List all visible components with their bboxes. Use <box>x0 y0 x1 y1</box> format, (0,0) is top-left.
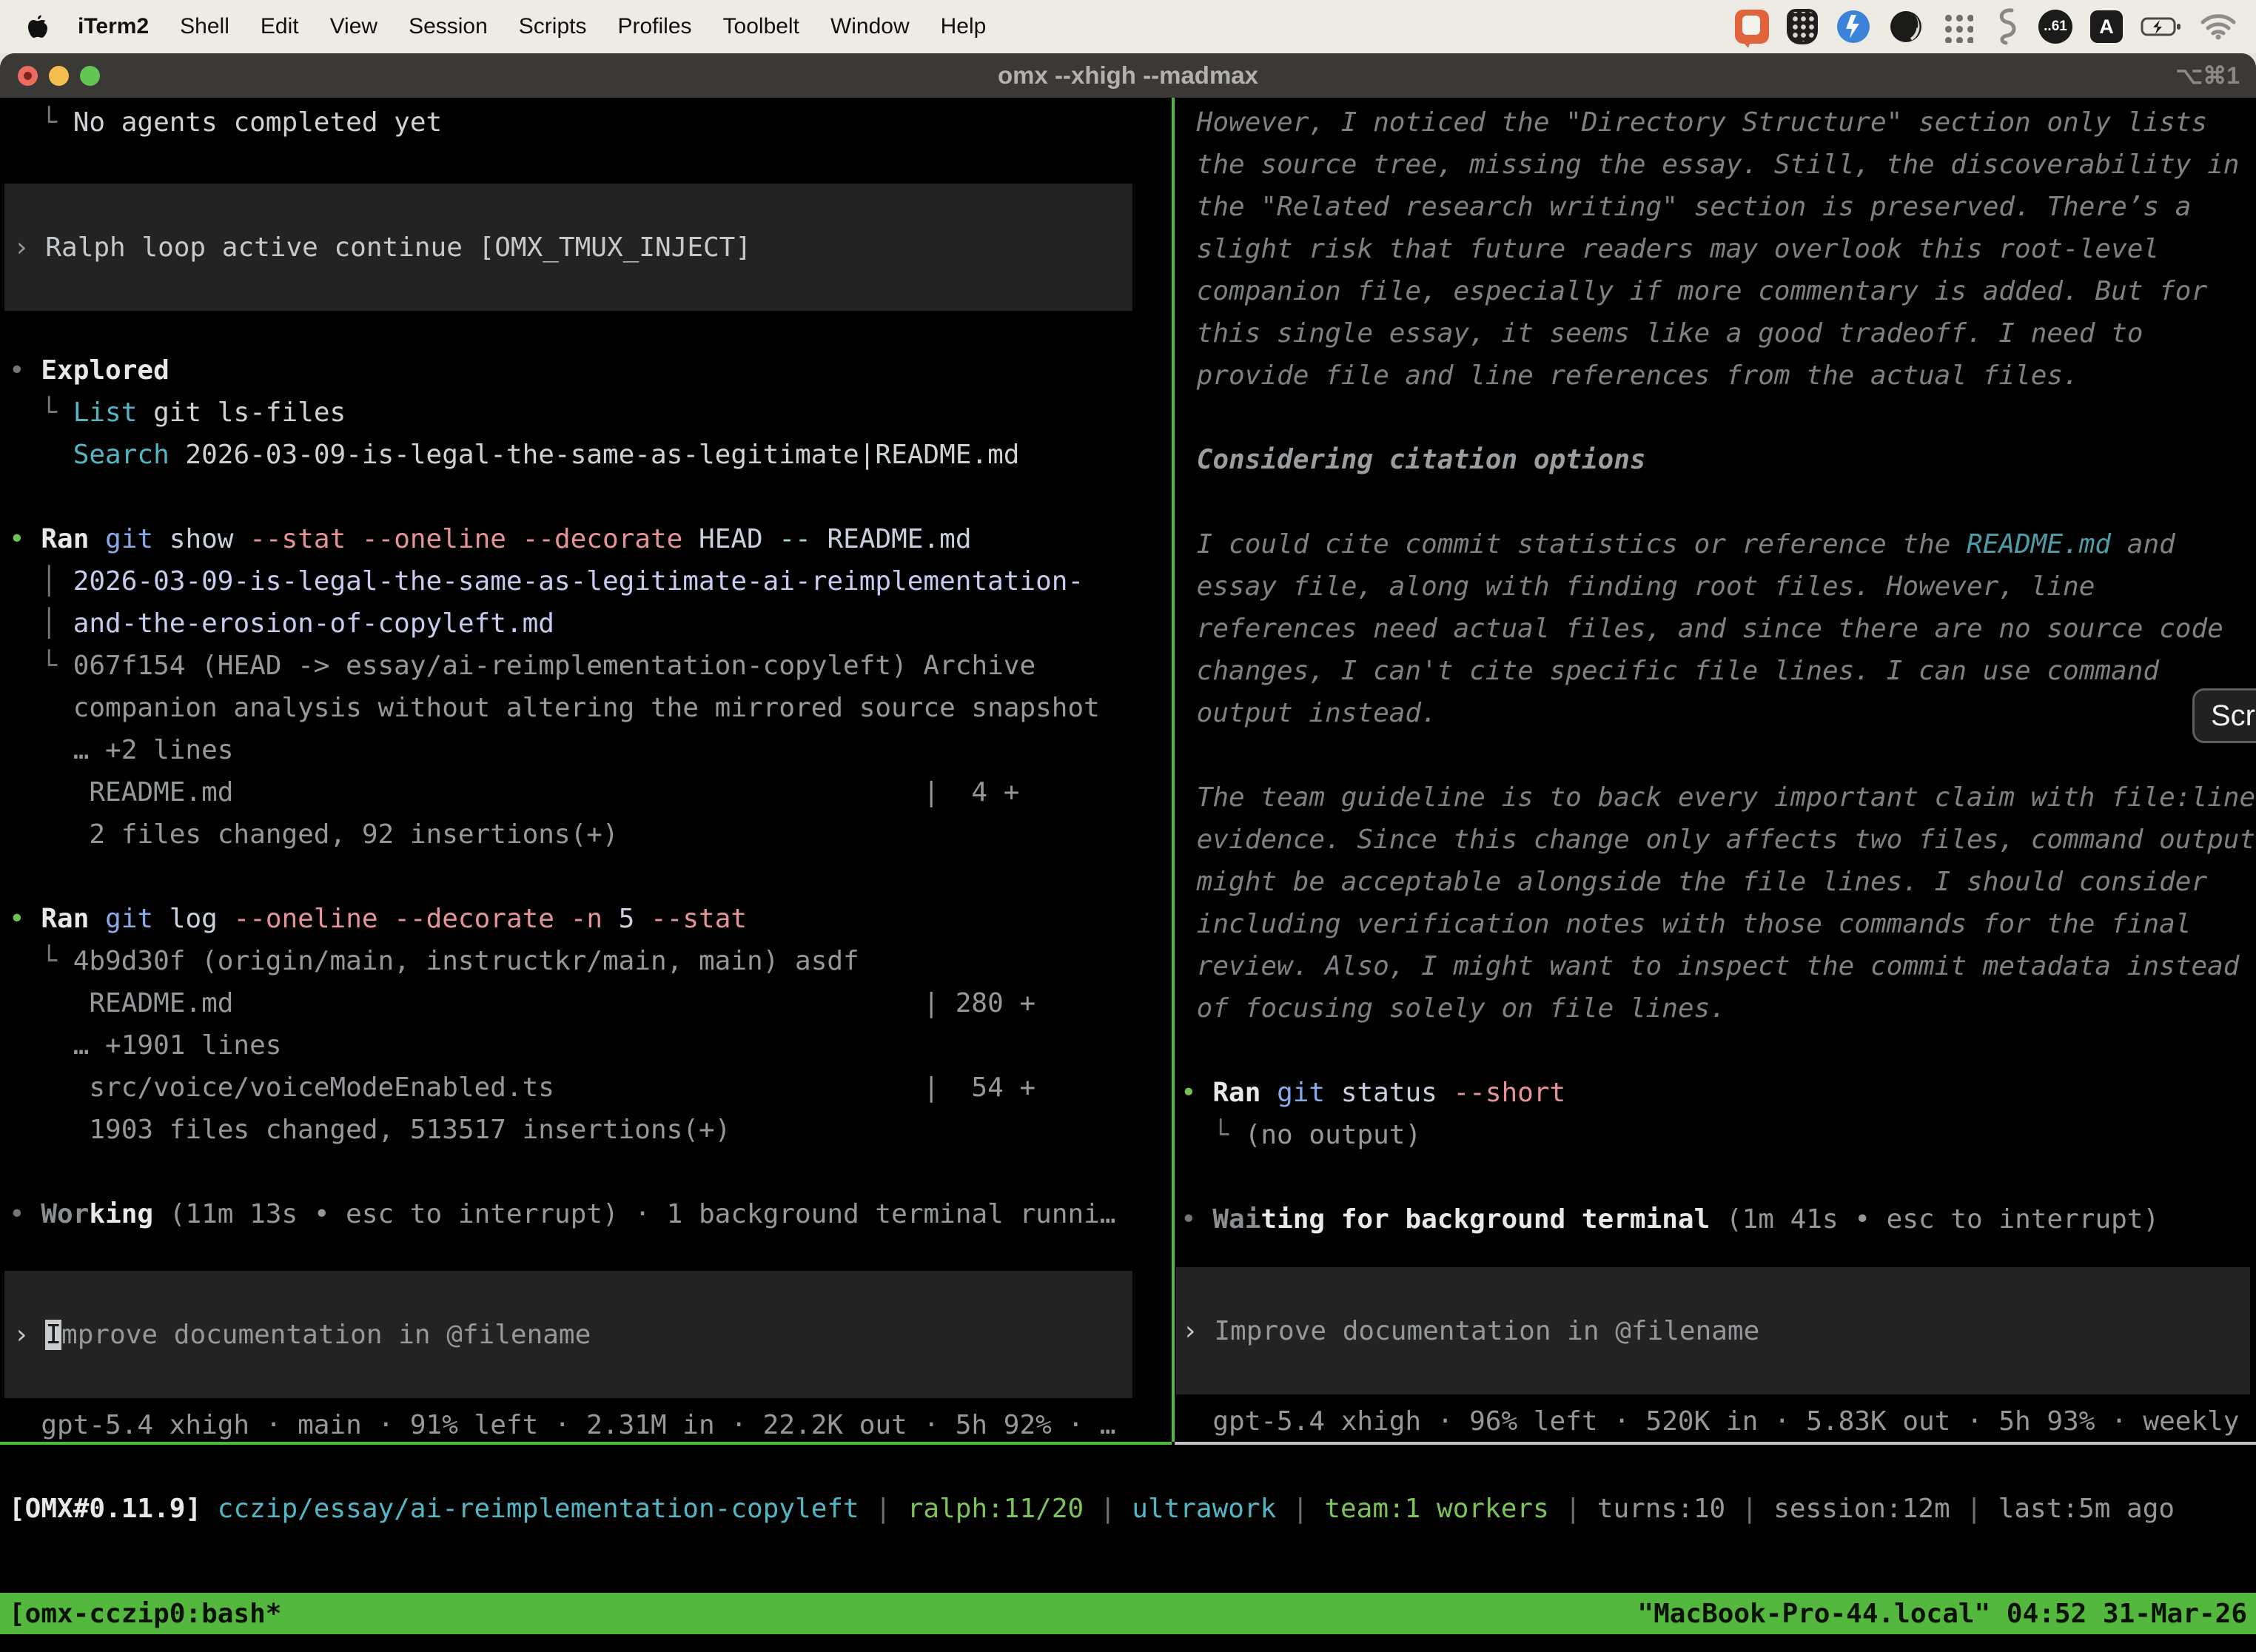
waiting-status-line: • Waiting for background terminal (1m 41… <box>1175 1198 2256 1240</box>
chat-bubble-tail <box>1741 39 1751 48</box>
terminal-line: │ 2026-03-09-is-legal-the-same-as-legiti… <box>0 560 1172 602</box>
apple-menu-icon[interactable] <box>27 12 52 41</box>
inactive-pane-border <box>1175 1442 2256 1445</box>
thinking-text-line: the "Related research writing" section i… <box>1175 186 2256 228</box>
tmux-pane-right: However, I noticed the "Directory Struct… <box>1175 98 2256 1443</box>
tmux-host-clock: "MacBook-Pro-44.local" 04:52 31-Mar-26 <box>1637 1599 2247 1629</box>
thinking-text-line: might be acceptable alongside the file l… <box>1175 861 2256 903</box>
thinking-text-line: companion file, especially if more comme… <box>1175 270 2256 312</box>
input-placeholder: mprove documentation in @filename <box>61 1320 591 1350</box>
menu-view[interactable]: View <box>315 0 393 53</box>
terminal-line: README.md | 280 + <box>0 982 1172 1024</box>
terminal-line: └ 067f154 (HEAD -> essay/ai-reimplementa… <box>0 645 1172 687</box>
chat-bubble-shape <box>1742 16 1760 35</box>
menu-items: iTerm2 Shell Edit View Session Scripts P… <box>0 0 1001 53</box>
terminal-line: companion analysis without altering the … <box>0 687 1172 729</box>
model-status-line-left: gpt-5.4 xhigh · main · 91% left · 2.31M … <box>0 1404 1172 1446</box>
thinking-text-line: output instead. <box>1175 692 2256 734</box>
thinking-text-line: essay file, along with finding root file… <box>1175 565 2256 608</box>
terminal-line: … +1901 lines <box>0 1024 1172 1067</box>
battery-icon[interactable] <box>2141 15 2182 38</box>
thinking-text-line: including verification notes with those … <box>1175 903 2256 945</box>
thinking-heading-line: Considering citation options <box>1175 439 2256 481</box>
tmux-status-bar: [omx-cczip0:bash* "MacBook-Pro-44.local"… <box>0 1593 2256 1634</box>
terminal-line: README.md | 4 + <box>0 771 1172 813</box>
tmux-session-window: [omx-cczip0:bash* <box>9 1599 281 1629</box>
pie-clock-icon[interactable] <box>1889 10 1923 44</box>
zoom-button[interactable] <box>80 66 100 86</box>
prompt-chevron: › <box>13 1320 45 1350</box>
counter-badge-icon[interactable]: ..61 <box>2038 10 2072 44</box>
thinking-text-line: review. Also, I might want to inspect th… <box>1175 945 2256 987</box>
blue-bolt-badge-icon[interactable] <box>1836 9 1871 44</box>
omx-status-line: [OMX#0.11.9] cczip/essay/ai-reimplementa… <box>0 1488 2256 1530</box>
chat-app-icon[interactable] <box>1735 10 1769 44</box>
keyboard-layout-icon[interactable]: A <box>2090 10 2123 43</box>
menu-shell[interactable]: Shell <box>164 0 245 53</box>
menu-scripts[interactable]: Scripts <box>503 0 602 53</box>
model-status-line-right: gpt-5.4 xhigh · 96% left · 520K in · 5.8… <box>1175 1400 2256 1443</box>
working-status-line: • Working (11m 13s • esc to interrupt) ·… <box>0 1193 1172 1235</box>
pane-divider[interactable] <box>1172 98 1175 1442</box>
terminal-line: 2 files changed, 92 insertions(+) <box>0 813 1172 856</box>
menu-edit[interactable]: Edit <box>245 0 315 53</box>
menu-session[interactable]: Session <box>393 0 503 53</box>
window-title: omx --xhigh --madmax <box>0 61 2256 90</box>
explored-header-line: • Explored <box>0 349 1172 392</box>
ran-git-status-line: • Ran git status --short <box>1175 1072 2256 1114</box>
terminal-line: 1903 files changed, 513517 insertions(+) <box>0 1109 1172 1151</box>
wifi-icon[interactable] <box>2200 13 2237 41</box>
menu-profiles[interactable]: Profiles <box>602 0 707 53</box>
thinking-text-line: evidence. Since this change only affects… <box>1175 819 2256 861</box>
shield-grid-icon[interactable] <box>1787 9 1818 44</box>
menu-window[interactable]: Window <box>815 0 925 53</box>
thinking-text-line: slight risk that future readers may over… <box>1175 228 2256 270</box>
menu-help[interactable]: Help <box>925 0 1002 53</box>
thinking-text-line: this single essay, it seems like a good … <box>1175 312 2256 355</box>
terminal-content: └ No agents completed yet › Ralph loop a… <box>0 98 2256 1652</box>
ran-git-log-line: • Ran git log --oneline --decorate -n 5 … <box>0 898 1172 940</box>
s-hook-icon[interactable] <box>1991 7 2021 46</box>
thinking-text-line: the source tree, missing the essay. Stil… <box>1175 144 2256 186</box>
screen-share-overlay-button[interactable]: Scre <box>2192 688 2256 743</box>
thinking-text-line: references need actual files, and since … <box>1175 608 2256 650</box>
active-pane-border <box>0 1442 1172 1445</box>
thinking-text-line: However, I noticed the "Directory Struct… <box>1175 101 2256 144</box>
terminal-line: src/voice/voiceModeEnabled.ts | 54 + <box>0 1067 1172 1109</box>
menu-bar-status-icons: ..61 A <box>1735 7 2256 46</box>
command-input-right[interactable]: › Improve documentation in @filename <box>1176 1267 2250 1394</box>
text-cursor: I <box>45 1320 61 1350</box>
ran-git-show-line: • Ran git show --stat --oneline --decora… <box>0 518 1172 560</box>
window-shortcut-badge: ⌥⌘1 <box>2175 53 2240 98</box>
terminal-line: └ (no output) <box>1175 1114 2256 1156</box>
close-button[interactable] <box>18 66 38 86</box>
thinking-text-line: changes, I can't cite specific file line… <box>1175 650 2256 692</box>
terminal-line: └ 4b9d30f (origin/main, instructkr/main,… <box>0 940 1172 982</box>
menu-toolbelt[interactable]: Toolbelt <box>708 0 815 53</box>
terminal-line: Search 2026-03-09-is-legal-the-same-as-l… <box>0 434 1172 476</box>
command-input-right-text: › Improve documentation in @filename <box>1176 1310 2250 1352</box>
dots-grid-icon[interactable] <box>1941 10 1973 43</box>
traffic-lights <box>18 53 100 98</box>
window-title-bar[interactable]: omx --xhigh --madmax ⌥⌘1 <box>0 53 2256 98</box>
tmux-pane-left: └ No agents completed yet › Ralph loop a… <box>0 98 1172 1446</box>
terminal-line: │ and-the-erosion-of-copyleft.md <box>0 602 1172 645</box>
macos-menu-bar: iTerm2 Shell Edit View Session Scripts P… <box>0 0 2256 53</box>
agents-status-line: └ No agents completed yet <box>0 101 1172 144</box>
screen-share-overlay-label: Scre <box>2211 699 2256 733</box>
menu-iterm2[interactable]: iTerm2 <box>62 0 164 53</box>
ralph-loop-banner: › Ralph loop active continue [OMX_TMUX_I… <box>4 184 1132 311</box>
thinking-text-line: I could cite commit statistics or refere… <box>1175 523 2256 565</box>
command-input-left[interactable]: › Improve documentation in @filename <box>4 1271 1132 1398</box>
ralph-loop-banner-text: › Ralph loop active continue [OMX_TMUX_I… <box>4 226 1132 269</box>
thinking-text-line: The team guideline is to back every impo… <box>1175 776 2256 819</box>
command-input-left-text: › Improve documentation in @filename <box>4 1314 1132 1356</box>
minimize-button[interactable] <box>49 66 69 86</box>
iterm2-window: omx --xhigh --madmax ⌥⌘1 └ No agents com… <box>0 53 2256 1652</box>
terminal-line: └ List git ls-files <box>0 392 1172 434</box>
thinking-text-line: provide file and line references from th… <box>1175 355 2256 397</box>
thinking-text-line: of focusing solely on file lines. <box>1175 987 2256 1030</box>
modified-dot <box>24 72 32 80</box>
terminal-line: … +2 lines <box>0 729 1172 771</box>
